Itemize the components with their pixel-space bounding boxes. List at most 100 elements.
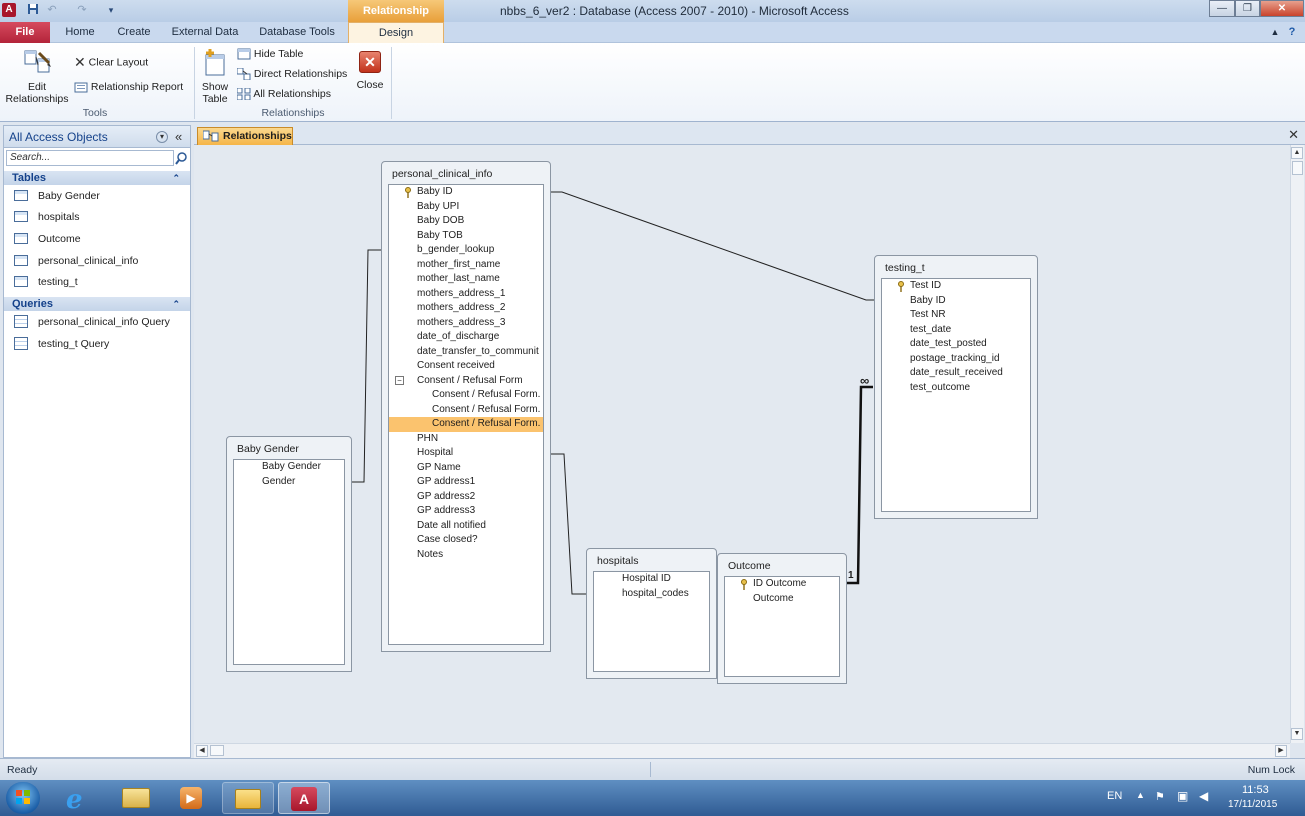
close-relationships-button[interactable]: ✕ Close (355, 51, 385, 91)
help-icon[interactable]: ? (1284, 22, 1300, 43)
collapse-pane-icon[interactable]: « (175, 126, 182, 148)
taskbar-internet-explorer[interactable]: e (54, 782, 106, 815)
tab-home[interactable]: Home (56, 22, 104, 43)
search-icon[interactable] (175, 152, 188, 165)
start-button[interactable] (6, 782, 40, 814)
sub-field[interactable]: Consent / Refusal Form. (389, 388, 543, 403)
field-list[interactable]: Baby Gender Gender (233, 459, 345, 665)
vertical-scroll-thumb[interactable] (1292, 161, 1303, 175)
field[interactable]: date_result_received (882, 366, 1030, 381)
relationship-line[interactable] (550, 453, 587, 595)
field[interactable]: GP Name (389, 461, 543, 476)
access-app-icon[interactable]: A (2, 3, 16, 17)
nav-table-item[interactable]: hospitals (4, 207, 190, 227)
nav-section-tables[interactable]: Tables ⌃ (4, 171, 190, 185)
horizontal-scroll-thumb[interactable] (210, 745, 224, 756)
table-baby-gender[interactable]: Baby Gender Baby Gender Gender (226, 436, 352, 672)
tab-external-data[interactable]: External Data (166, 22, 244, 43)
enforced-relationship-line[interactable] (846, 385, 873, 585)
field-list[interactable]: Baby ID Baby UPI Baby DOB Baby TOB b_gen… (388, 184, 544, 645)
nav-table-item[interactable]: personal_clinical_info (4, 251, 190, 271)
nav-query-item[interactable]: testing_t Query (4, 334, 190, 354)
minimize-ribbon-icon[interactable]: ▲ (1268, 22, 1282, 43)
field[interactable]: Date all notified (389, 519, 543, 534)
table-testing-t[interactable]: testing_t Test ID Baby ID Test NR test_d… (874, 255, 1038, 519)
field[interactable]: test_outcome (882, 381, 1030, 396)
sub-field[interactable]: Consent / Refusal Form. (389, 403, 543, 418)
direct-relationships-button[interactable]: Direct Relationships (237, 68, 347, 81)
field[interactable]: date_of_discharge (389, 330, 543, 345)
field[interactable]: Baby DOB (389, 214, 543, 229)
field[interactable]: mothers_address_1 (389, 287, 543, 302)
field[interactable]: Baby UPI (389, 200, 543, 215)
field[interactable]: b_gender_lookup (389, 243, 543, 258)
relationship-report-button[interactable]: Relationship Report (74, 81, 183, 93)
field[interactable]: Hospital (389, 446, 543, 461)
volume-icon[interactable]: ◀ (1199, 789, 1208, 803)
vertical-scrollbar[interactable]: ▲ ▼ (1290, 145, 1304, 743)
relationship-line[interactable] (550, 191, 876, 301)
table-personal-clinical-info[interactable]: personal_clinical_info Baby ID Baby UPI … (381, 161, 551, 652)
taskbar-media-player[interactable]: ▶ (166, 782, 218, 814)
all-relationships-button[interactable]: All Relationships (237, 88, 331, 101)
undo-icon[interactable]: ↶ (45, 3, 59, 17)
field[interactable]: mothers_address_3 (389, 316, 543, 331)
network-icon[interactable]: ▣ (1177, 789, 1188, 803)
save-icon[interactable] (26, 3, 40, 17)
field[interactable]: date_transfer_to_communit (389, 345, 543, 360)
show-hidden-icons-icon[interactable]: ▲ (1136, 790, 1145, 800)
field-list[interactable]: ID Outcome Outcome (724, 576, 840, 677)
field[interactable]: ID Outcome (725, 577, 839, 592)
scroll-left-icon[interactable]: ◀ (196, 745, 208, 757)
clock-time[interactable]: 11:53 (1242, 784, 1269, 796)
scroll-down-icon[interactable]: ▼ (1291, 728, 1303, 740)
field[interactable]: mothers_address_2 (389, 301, 543, 316)
field[interactable]: Consent received (389, 359, 543, 374)
field[interactable]: GP address1 (389, 475, 543, 490)
nav-search-input[interactable]: Search... (6, 150, 174, 166)
clear-layout-button[interactable]: ✕ Clear Layout (74, 54, 148, 71)
field[interactable]: Baby ID (389, 185, 543, 200)
relationship-line[interactable] (351, 249, 381, 483)
table-outcome[interactable]: Outcome ID Outcome Outcome (717, 553, 847, 684)
scroll-up-icon[interactable]: ▲ (1291, 147, 1303, 159)
nav-table-item[interactable]: Outcome (4, 229, 190, 249)
field-list[interactable]: Test ID Baby ID Test NR test_date date_t… (881, 278, 1031, 512)
tab-relationships[interactable]: Relationships (197, 127, 293, 145)
field[interactable]: Baby TOB (389, 229, 543, 244)
field[interactable]: mother_last_name (389, 272, 543, 287)
show-table-button[interactable]: Show Table (199, 47, 231, 105)
tab-create[interactable]: Create (108, 22, 160, 43)
field[interactable]: Baby Gender (234, 460, 344, 475)
field[interactable]: hospital_codes (594, 587, 709, 602)
nav-table-item[interactable]: testing_t (4, 272, 190, 292)
action-center-flag-icon[interactable]: ⚑ (1155, 790, 1165, 803)
field[interactable]: Gender (234, 475, 344, 490)
scroll-right-icon[interactable]: ▶ (1275, 745, 1287, 757)
tab-design[interactable]: Design (348, 22, 444, 43)
clock-date[interactable]: 17/11/2015 (1228, 799, 1277, 810)
tab-database-tools[interactable]: Database Tools (252, 22, 342, 43)
hide-table-button[interactable]: Hide Table (237, 48, 303, 60)
field[interactable]: Test ID (882, 279, 1030, 294)
field[interactable]: Test NR (882, 308, 1030, 323)
field[interactable]: Consent / Refusal Form (389, 374, 543, 389)
restore-button[interactable]: ❐ (1235, 0, 1260, 17)
field[interactable]: Notes (389, 548, 543, 563)
collapse-section-icon[interactable]: ⌃ (172, 297, 180, 311)
sub-field-selected[interactable]: Consent / Refusal Form. (389, 417, 543, 432)
nav-pane-header[interactable]: All Access Objects ▾ « (4, 126, 190, 148)
close-document-icon[interactable]: ✕ (1288, 127, 1299, 143)
field[interactable]: Case closed? (389, 533, 543, 548)
field[interactable]: GP address2 (389, 490, 543, 505)
field[interactable]: Hospital ID (594, 572, 709, 587)
taskbar-outlook[interactable] (222, 782, 274, 814)
field[interactable]: GP address3 (389, 504, 543, 519)
edit-relationships-button[interactable]: Edit Relationships (4, 47, 70, 105)
nav-section-queries[interactable]: Queries ⌃ (4, 297, 190, 311)
field[interactable]: postage_tracking_id (882, 352, 1030, 367)
taskbar-access[interactable]: A (278, 782, 330, 814)
nav-menu-chevron-icon[interactable]: ▾ (156, 131, 168, 143)
field[interactable]: Outcome (725, 592, 839, 607)
minimize-button[interactable]: — (1209, 0, 1235, 17)
